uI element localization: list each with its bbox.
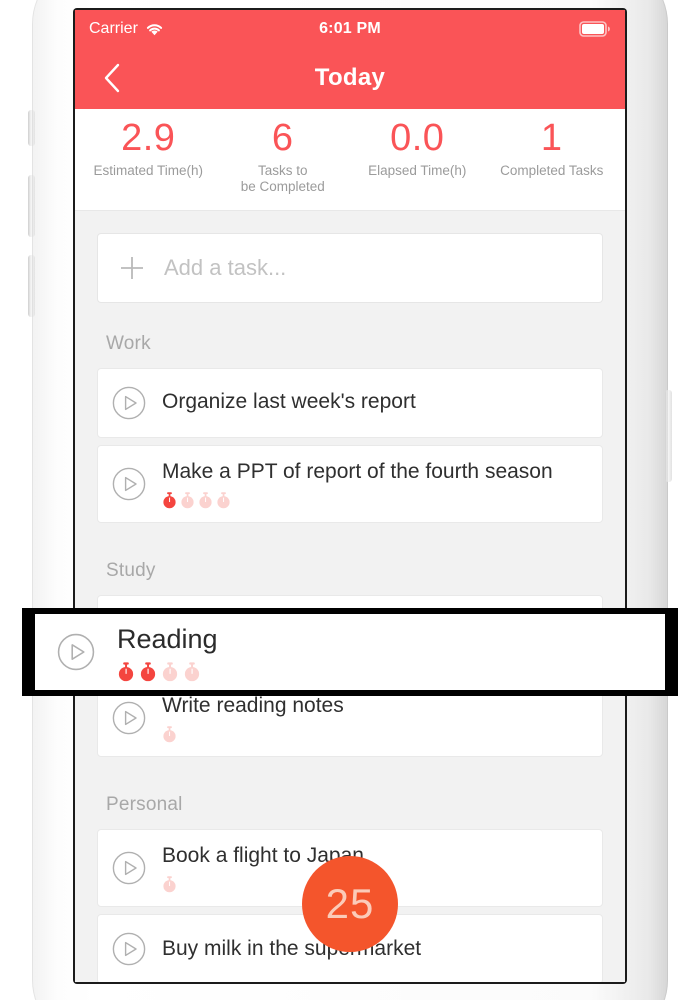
back-button[interactable]	[97, 63, 127, 93]
chevron-left-icon	[104, 63, 120, 93]
tomato-counter	[162, 491, 586, 509]
stats-summary-bar: 2.9 Estimated Time(h) 6 Tasks to be Comp…	[75, 109, 625, 211]
status-bar: Carrier 6:01 PM	[75, 10, 625, 47]
stat-value: 6	[271, 117, 294, 159]
section-title-work: Work	[106, 332, 151, 354]
stat-completed-tasks: 1 Completed Tasks	[485, 117, 620, 196]
tomato-empty-icon	[163, 876, 176, 893]
section-title-study: Study	[106, 559, 156, 581]
task-body: Organize last week's report	[162, 389, 586, 416]
task-body: Write reading notes	[162, 693, 586, 743]
tomato-filled-icon	[140, 662, 156, 681]
tomato-filled-icon	[163, 491, 176, 508]
add-task-placeholder: Add a task...	[164, 254, 287, 280]
task-title: Organize last week's report	[162, 390, 416, 414]
task-row[interactable]: Organize last week's report	[97, 367, 603, 438]
stat-label: Elapsed Time(h)	[368, 162, 467, 178]
stat-value: 2.9	[121, 117, 176, 159]
carrier-group: Carrier	[89, 20, 164, 38]
pomodoro-timer-value: 25	[325, 880, 375, 927]
play-circle-icon[interactable]	[112, 467, 146, 501]
stat-label: Tasks to be Completed	[240, 162, 325, 195]
pomodoro-timer-badge[interactable]: 25	[302, 856, 398, 952]
stat-tasks-to-be-completed: 6 Tasks to be Completed	[216, 117, 351, 196]
carrier-label: Carrier	[89, 19, 138, 37]
task-row-reading-highlighted[interactable]: Reading	[35, 614, 665, 690]
tomato-counter	[162, 725, 586, 743]
tomato-empty-icon	[181, 491, 194, 508]
tomato-counter	[117, 661, 665, 682]
battery-full-icon	[579, 20, 611, 37]
play-circle-icon[interactable]	[57, 633, 95, 671]
volume-down-button[interactable]	[28, 255, 35, 317]
page-title: Today	[314, 64, 386, 91]
stat-label: Completed Tasks	[500, 162, 604, 178]
silent-switch-button[interactable]	[28, 110, 35, 146]
phone-screen: Carrier 6:01 PM Today 2.9 Estimated Time…	[75, 10, 625, 982]
task-title: Make a PPT of report of the fourth seaso…	[162, 459, 553, 483]
plus-icon	[121, 256, 143, 279]
task-body: Make a PPT of report of the fourth seaso…	[162, 459, 586, 509]
tomato-filled-icon	[118, 662, 134, 681]
task-title: Write reading notes	[162, 694, 344, 718]
stat-value: 1	[540, 117, 563, 159]
play-circle-icon[interactable]	[112, 386, 146, 420]
power-button[interactable]	[665, 390, 672, 482]
stat-value: 0.0	[390, 117, 445, 159]
navigation-bar: Today	[75, 47, 625, 109]
play-circle-icon[interactable]	[112, 701, 146, 735]
section-title-personal: Personal	[106, 794, 183, 816]
wifi-icon	[146, 23, 162, 35]
stat-elapsed-time: 0.0 Elapsed Time(h)	[350, 117, 485, 196]
stat-estimated-time: 2.9 Estimated Time(h)	[81, 117, 216, 196]
add-task-field[interactable]: Add a task...	[97, 232, 603, 303]
tomato-empty-icon	[184, 662, 200, 681]
task-body: Reading	[117, 622, 665, 682]
volume-up-button[interactable]	[28, 175, 35, 237]
task-row[interactable]: Make a PPT of report of the fourth seaso…	[97, 444, 603, 523]
tomato-empty-icon	[217, 491, 230, 508]
tomato-empty-icon	[199, 491, 212, 508]
stat-label: Estimated Time(h)	[93, 162, 204, 178]
task-title: Reading	[117, 624, 218, 655]
screenshot-root: Carrier 6:01 PM Today 2.9 Estimated Time…	[0, 0, 700, 1000]
play-circle-icon[interactable]	[112, 932, 146, 966]
tomato-empty-icon	[163, 726, 176, 743]
play-circle-icon[interactable]	[112, 851, 146, 885]
tomato-empty-icon	[162, 662, 178, 681]
